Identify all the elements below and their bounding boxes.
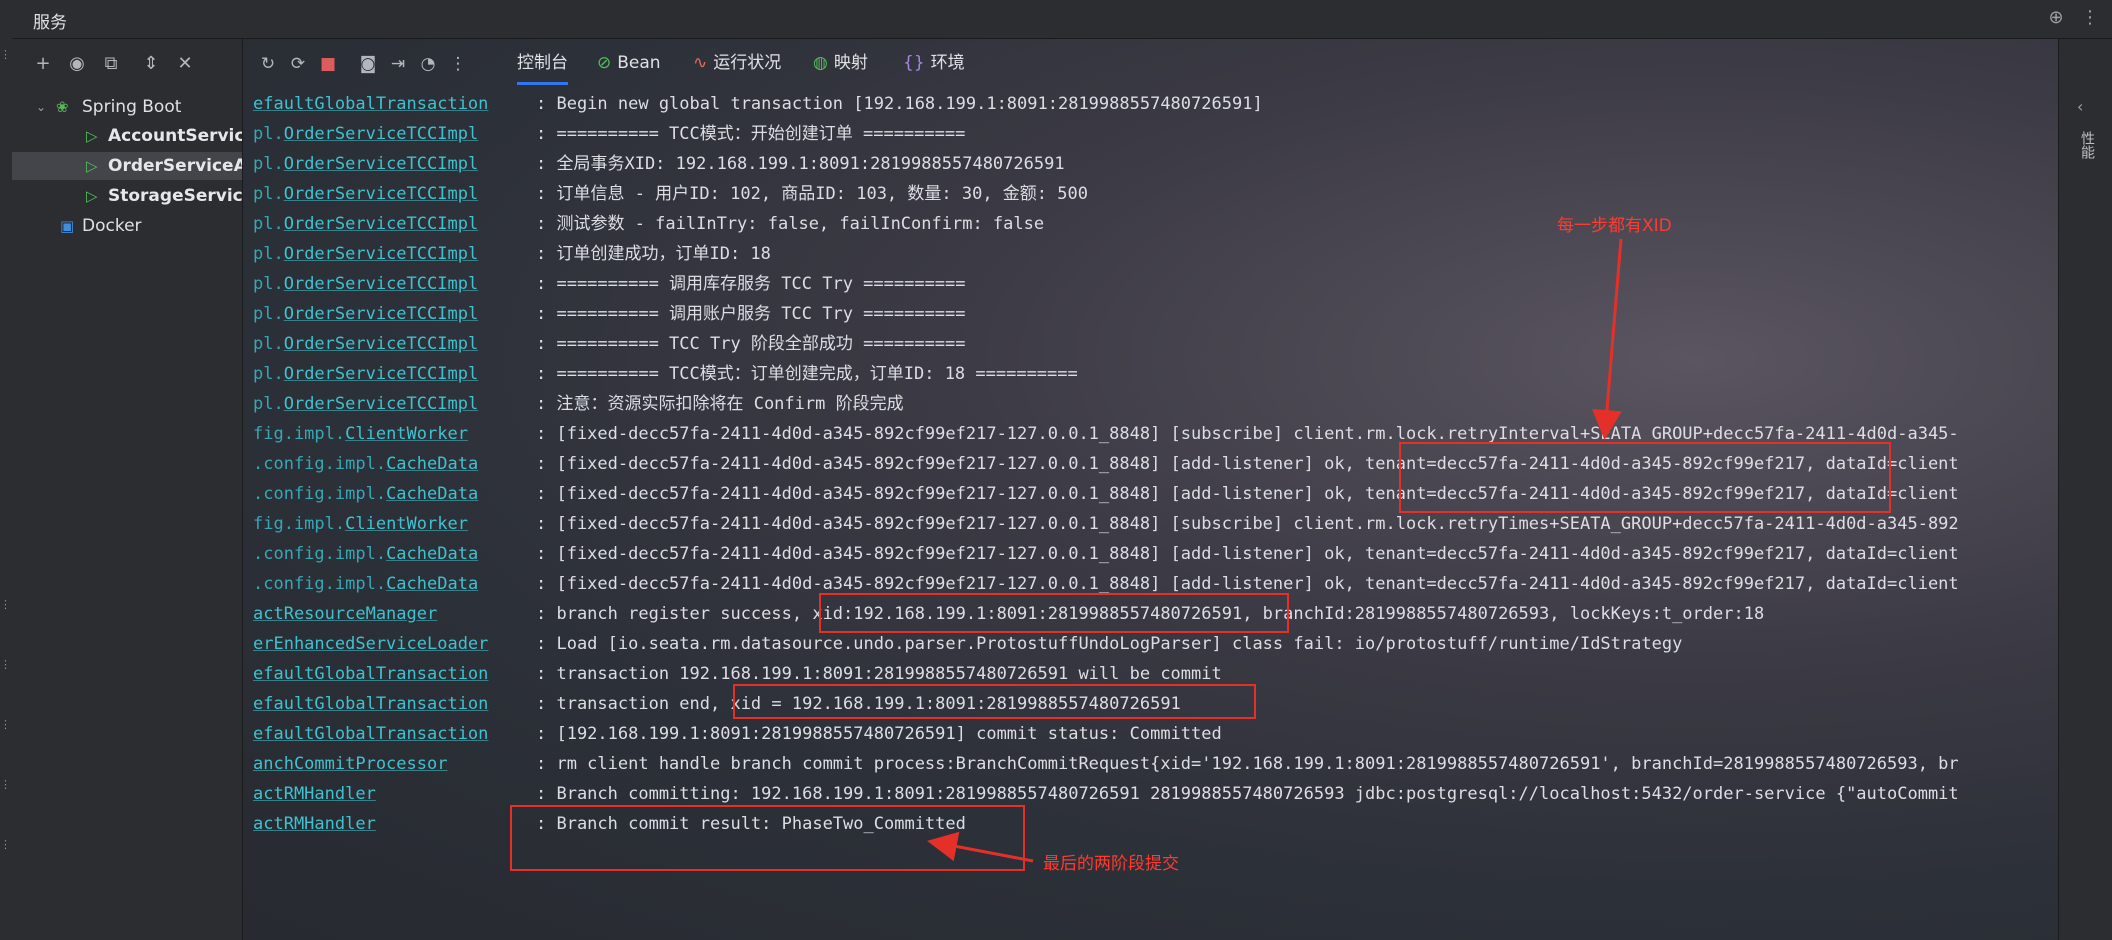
services-tree-panel: + ◉ ⧉ ⇕ ✕ ⌄ ❀ Spring Boot ▷ AccountServi… [12, 39, 243, 940]
collapse-all-icon[interactable]: ✕ [172, 51, 198, 77]
tree-node-spring-boot[interactable]: ⌄ ❀ Spring Boot [12, 93, 242, 121]
more-options-icon[interactable]: ⋮ [2080, 8, 2100, 28]
chevron-down-icon[interactable]: ⌄ [36, 93, 46, 121]
tree-node-label: Docker [82, 216, 142, 236]
strip-icon[interactable]: ⋮ [0, 719, 11, 730]
performance-panel-label[interactable]: 性能 [2077, 131, 2097, 159]
tool-window-title: 服务 [33, 13, 67, 33]
tree-node-label: Spring Boot [82, 97, 182, 117]
crosshair-icon[interactable]: ⊕ [2046, 8, 2066, 28]
expand-all-icon[interactable]: ⇕ [138, 51, 164, 77]
tool-window-header: 服务 ⊕ ⋮ [12, 0, 2112, 39]
run-icon: ▷ [86, 187, 98, 205]
strip-icon[interactable]: ⋮ [0, 779, 11, 790]
docker-icon: ▣ [60, 217, 75, 235]
tree-node-storage-service[interactable]: ▷ StorageServiceA [12, 182, 242, 210]
tree-node-label: AccountServiceA [108, 126, 242, 146]
spring-boot-icon: ❀ [56, 98, 69, 116]
console-panel: ↻ ⟳ ■ ◙ ⇥ ◔ ⋮ 控制台 ⊘ Bean ∿ 运行状况 ◍ 映射 {} 环境 e… [243, 39, 2058, 940]
tree-node-label: StorageServiceA [108, 186, 242, 206]
tree-node-docker[interactable]: ▣ Docker [12, 212, 242, 240]
add-icon[interactable]: + [30, 51, 56, 77]
run-icon: ▷ [86, 127, 98, 145]
run-icon: ▷ [86, 157, 98, 175]
right-tool-strip: ‹ 性能 [2058, 39, 2112, 940]
tree-node-order-service[interactable]: ▷ OrderServiceApp [12, 152, 242, 180]
chevron-left-icon[interactable]: ‹ [2077, 97, 2083, 116]
arrow-to-commit [927, 831, 1034, 863]
strip-icon[interactable]: ⋮ [0, 49, 11, 60]
strip-icon[interactable]: ⋮ [0, 839, 11, 850]
arrow-to-tenant [1592, 238, 1623, 440]
tree-node-label: OrderServiceApp [108, 156, 242, 176]
eye-icon[interactable]: ◉ [64, 51, 90, 77]
tree-node-account-service[interactable]: ▷ AccountServiceA [12, 122, 242, 150]
new-window-icon[interactable]: ⧉ [98, 51, 124, 77]
strip-icon[interactable]: ⋮ [0, 599, 11, 610]
strip-icon[interactable]: ⋮ [0, 659, 11, 670]
annotation-arrows [927, 238, 1623, 863]
